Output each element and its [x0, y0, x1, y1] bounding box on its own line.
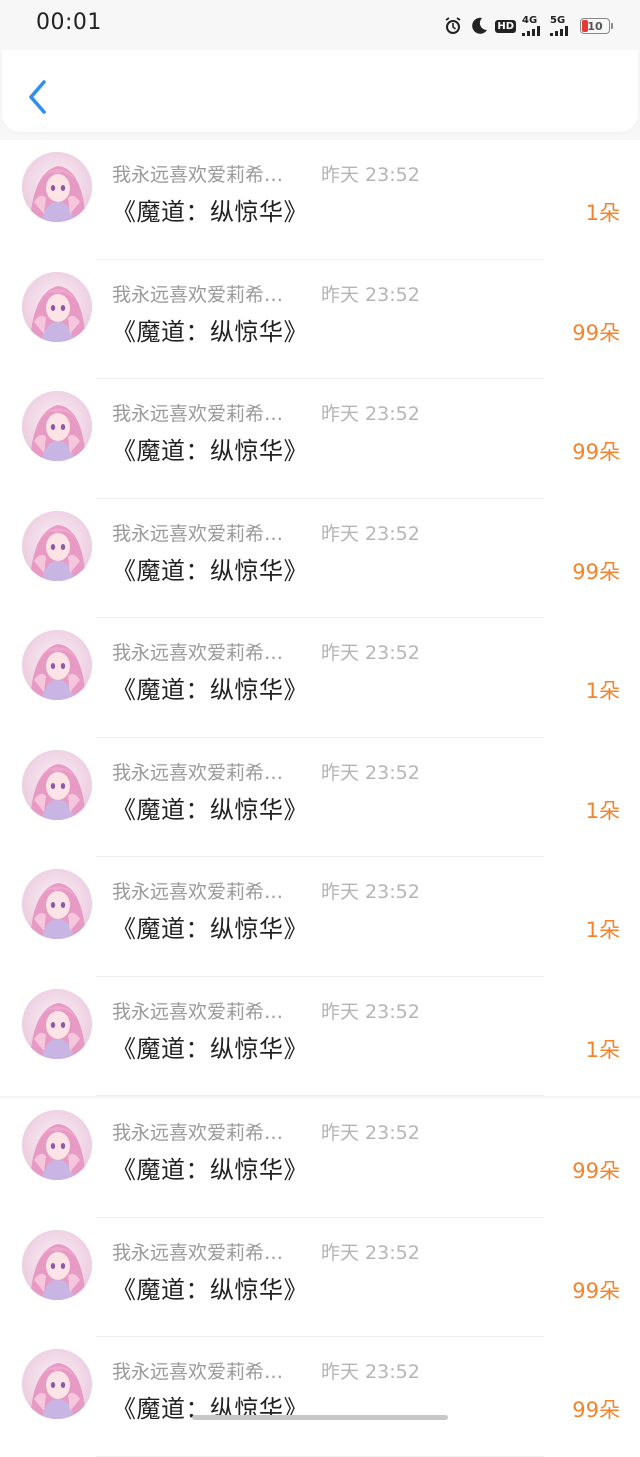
avatar-image: [22, 1229, 92, 1300]
flower-count: 1朵: [585, 201, 620, 225]
work-title[interactable]: 《魔道：纵惊华》: [112, 1029, 308, 1064]
username[interactable]: 我永远喜欢爱莉希…: [112, 1118, 302, 1145]
list-item[interactable]: 我永远喜欢爱莉希… 昨天 23:52 《魔道：纵惊华》 99朵: [0, 379, 640, 499]
avatar[interactable]: [22, 271, 92, 342]
list-item[interactable]: 我永远喜欢爱莉希… 昨天 23:52 《魔道：纵惊华》 1朵: [0, 857, 640, 977]
timestamp: 昨天 23:52: [321, 642, 420, 664]
avatar[interactable]: [22, 391, 92, 461]
avatar-image: [22, 510, 92, 581]
list-item[interactable]: 我永远喜欢爱莉希… 昨天 23:52 《魔道：纵惊华》 99朵: [0, 1217, 640, 1337]
username[interactable]: 我永远喜欢爱莉希…: [112, 399, 302, 426]
avatar[interactable]: [22, 630, 92, 700]
status-time: 00:01: [36, 10, 102, 35]
timestamp: 昨天 23:52: [321, 881, 420, 903]
alarm-icon: [443, 16, 463, 36]
timestamp: 昨天 23:52: [321, 1241, 420, 1264]
username[interactable]: 我永远喜欢爱莉希…: [112, 160, 302, 187]
work-title[interactable]: 《魔道：纵惊华》: [112, 790, 308, 825]
avatar[interactable]: [22, 749, 92, 820]
avatar[interactable]: [22, 988, 92, 1059]
flower-count: 1朵: [585, 798, 620, 823]
list-item[interactable]: 我永远喜欢爱莉希… 昨天 23:52 《魔道：纵惊华》 99朵: [0, 1096, 640, 1218]
timestamp: 昨天 23:52: [321, 403, 420, 425]
list-item[interactable]: 我永远喜欢爱莉希… 昨天 23:52 《魔道：纵惊华》 99朵: [0, 1337, 640, 1457]
signal-4g-icon: 4G: [522, 16, 544, 36]
flower-count: 99朵: [572, 1398, 620, 1422]
username[interactable]: 我永远喜欢爱莉希…: [112, 997, 302, 1024]
avatar-image: [22, 152, 92, 222]
chevron-left-icon: [29, 80, 46, 114]
timestamp: 昨天 23:52: [321, 164, 420, 186]
hd-label: HD: [495, 19, 516, 33]
list-item[interactable]: 我永远喜欢爱莉希… 昨天 23:52 《魔道：纵惊华》 1朵: [0, 976, 640, 1096]
work-title[interactable]: 《魔道：纵惊华》: [112, 192, 308, 227]
battery-level: 10: [587, 19, 603, 33]
top-nav-bar: [2, 50, 638, 132]
avatar[interactable]: [22, 1349, 92, 1419]
work-title[interactable]: 《魔道：纵惊华》: [112, 312, 308, 347]
username[interactable]: 我永远喜欢爱莉希…: [112, 1357, 302, 1384]
avatar-image: [22, 988, 92, 1059]
flower-count: 1朵: [585, 679, 620, 703]
avatar[interactable]: [22, 1110, 92, 1180]
avatar-image: [22, 869, 92, 939]
status-icons: HD 4G 5G 10: [443, 14, 613, 38]
list-item[interactable]: 我永远喜欢爱莉希… 昨天 23:52 《魔道：纵惊华》 1朵: [0, 618, 640, 738]
avatar-image: [22, 391, 92, 461]
list-item[interactable]: 我永远喜欢爱莉希… 昨天 23:52 《魔道：纵惊华》 1朵: [0, 140, 640, 260]
avatar[interactable]: [22, 510, 92, 581]
avatar[interactable]: [22, 869, 92, 939]
home-indicator[interactable]: [192, 1415, 448, 1420]
timestamp: 昨天 23:52: [321, 283, 420, 306]
work-title[interactable]: 《魔道：纵惊华》: [112, 431, 308, 466]
status-bar: 00:01 HD 4G 5G 10: [0, 0, 640, 50]
flower-count: 1朵: [585, 918, 620, 942]
gift-record-list: 我永远喜欢爱莉希… 昨天 23:52 《魔道：纵惊华》 1朵 我永远喜欢爱莉希……: [0, 140, 640, 1457]
signal-5g-icon: 5G: [550, 16, 572, 36]
list-item[interactable]: 我永远喜欢爱莉希… 昨天 23:52 《魔道：纵惊华》 99朵: [0, 498, 640, 618]
avatar-image: [22, 271, 92, 342]
work-title[interactable]: 《魔道：纵惊华》: [112, 1150, 308, 1185]
list-item[interactable]: 我永远喜欢爱莉希… 昨天 23:52 《魔道：纵惊华》 99朵: [0, 259, 640, 379]
moon-icon: [469, 16, 489, 36]
work-title[interactable]: 《魔道：纵惊华》: [112, 909, 308, 944]
work-title[interactable]: 《魔道：纵惊华》: [112, 1270, 308, 1305]
timestamp: 昨天 23:52: [321, 1361, 420, 1383]
avatar-image: [22, 749, 92, 820]
timestamp: 昨天 23:52: [321, 1122, 420, 1144]
avatar[interactable]: [22, 1229, 92, 1300]
work-title[interactable]: 《魔道：纵惊华》: [112, 670, 308, 705]
username[interactable]: 我永远喜欢爱莉希…: [112, 280, 302, 307]
signal-5g-label: 5G: [550, 15, 566, 26]
back-button[interactable]: [20, 76, 56, 118]
avatar-image: [22, 1110, 92, 1180]
avatar[interactable]: [22, 152, 92, 222]
flower-count: 99朵: [572, 440, 620, 464]
username[interactable]: 我永远喜欢爱莉希…: [112, 1238, 302, 1265]
avatar-image: [22, 630, 92, 700]
flower-count: 1朵: [585, 1037, 620, 1062]
timestamp: 昨天 23:52: [321, 1000, 420, 1023]
username[interactable]: 我永远喜欢爱莉希…: [112, 519, 302, 546]
timestamp: 昨天 23:52: [321, 522, 420, 545]
battery-icon: 10: [580, 18, 613, 34]
timestamp: 昨天 23:52: [321, 761, 420, 784]
work-title[interactable]: 《魔道：纵惊华》: [112, 551, 308, 586]
flower-count: 99朵: [572, 1159, 620, 1183]
flower-count: 99朵: [572, 559, 620, 584]
hd-icon: HD: [495, 19, 516, 33]
username[interactable]: 我永远喜欢爱莉希…: [112, 758, 302, 785]
username[interactable]: 我永远喜欢爱莉希…: [112, 877, 302, 904]
list-item[interactable]: 我永远喜欢爱莉希… 昨天 23:52 《魔道：纵惊华》 1朵: [0, 737, 640, 857]
username[interactable]: 我永远喜欢爱莉希…: [112, 638, 302, 665]
avatar-image: [22, 1349, 92, 1419]
signal-4g-label: 4G: [522, 15, 538, 26]
flower-count: 99朵: [572, 1278, 620, 1303]
flower-count: 99朵: [572, 320, 620, 345]
